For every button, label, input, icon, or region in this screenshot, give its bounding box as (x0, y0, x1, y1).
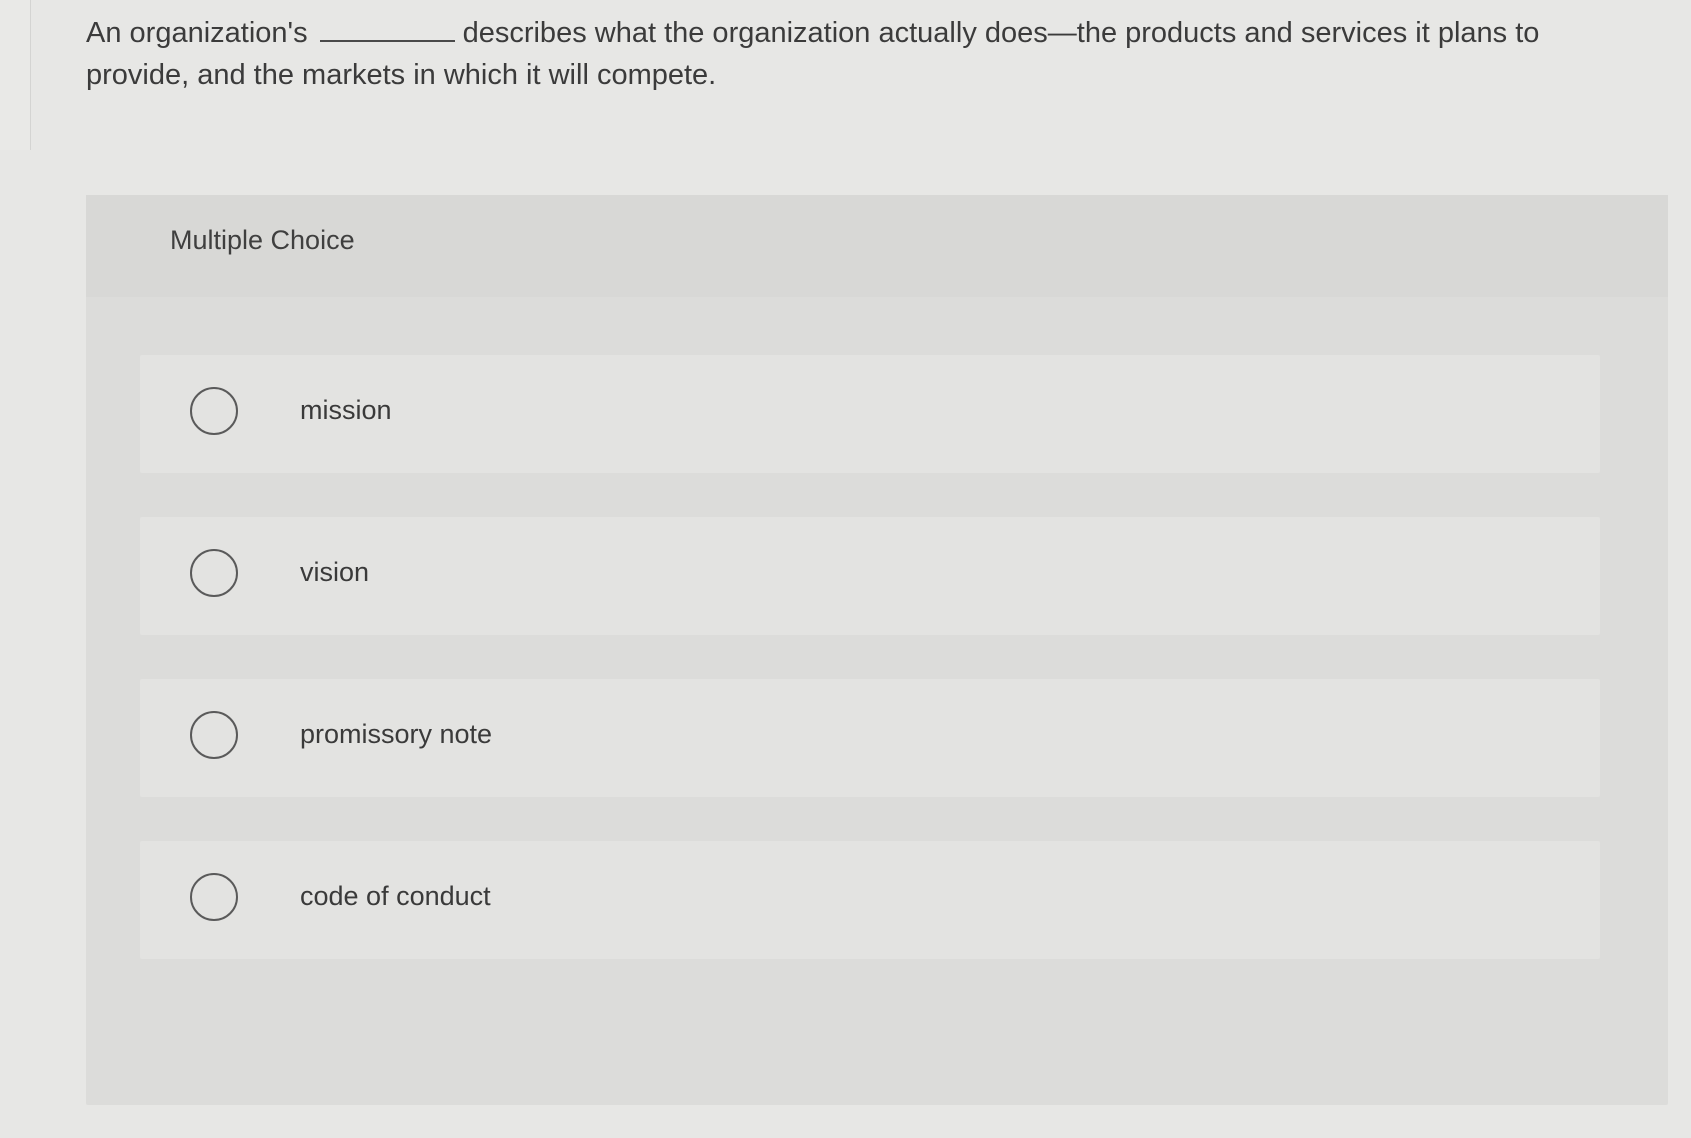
option-code-of-conduct[interactable]: code of conduct (140, 841, 1600, 959)
option-mission[interactable]: mission (140, 355, 1600, 473)
multiple-choice-panel: Multiple Choice mission vision promissor… (86, 195, 1668, 1105)
option-label: promissory note (300, 719, 493, 749)
question-text: An organization's describes what the orga… (86, 12, 1626, 96)
option-label: vision (300, 557, 370, 587)
left-edge-divider (0, 0, 31, 150)
option-label: mission (300, 395, 392, 425)
panel-title: Multiple Choice (170, 225, 355, 255)
option-vision[interactable]: vision (140, 517, 1600, 635)
radio-circle-icon[interactable] (190, 549, 238, 597)
panel-header: Multiple Choice (86, 195, 1668, 297)
option-label: code of conduct (300, 881, 491, 911)
fill-in-blank (319, 18, 455, 42)
radio-circle-icon[interactable] (190, 387, 238, 435)
radio-circle-icon[interactable] (190, 711, 238, 759)
option-promissory-note[interactable]: promissory note (140, 679, 1600, 797)
question-text-before: An organization's (86, 17, 308, 49)
radio-circle-icon[interactable] (190, 873, 238, 921)
